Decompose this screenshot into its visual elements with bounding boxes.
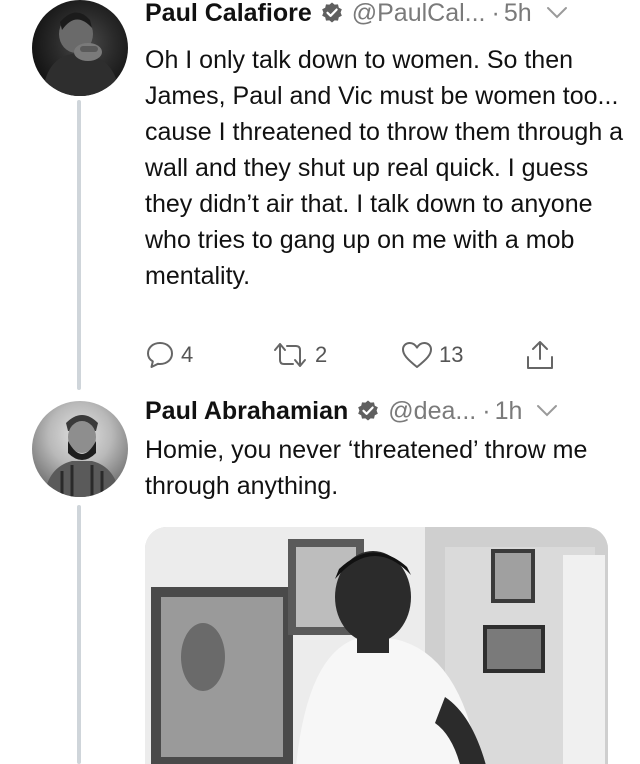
- timestamp[interactable]: 5h: [504, 0, 532, 26]
- tweet-header: Paul Calafiore @PaulCal... · 5h: [145, 0, 626, 26]
- avatar-photo: [44, 415, 120, 497]
- share-upload-icon: [527, 341, 553, 369]
- media-photo: [145, 527, 608, 764]
- retweet-count: 2: [315, 342, 328, 367]
- tweet-media-image[interactable]: [145, 527, 608, 764]
- tweet[interactable]: Paul Abrahamian @dea... · 1h Homie, you …: [145, 398, 626, 504]
- tweet-text: Oh I only talk down to women. So then Ja…: [145, 46, 624, 290]
- verified-badge-icon: [358, 400, 379, 421]
- handle[interactable]: @PaulCal...: [352, 0, 486, 26]
- tweet[interactable]: Paul Calafiore @PaulCal... · 5h Oh I onl…: [145, 0, 626, 294]
- share-button[interactable]: [525, 338, 555, 372]
- avatar[interactable]: [32, 0, 128, 96]
- thread-line: [77, 505, 81, 764]
- reply-count: 4: [181, 342, 194, 367]
- avatar[interactable]: [32, 401, 128, 497]
- like-button[interactable]: 13: [401, 338, 463, 372]
- like-count: 13: [439, 342, 464, 367]
- reply-bubble-icon: [147, 342, 173, 368]
- tweet-text: Homie, you never ‘threatened’ throw me t…: [145, 436, 588, 500]
- heart-icon: [402, 342, 432, 368]
- timestamp[interactable]: 1h: [495, 398, 523, 424]
- retweet-button[interactable]: 2: [271, 338, 327, 372]
- chevron-down-icon[interactable]: [546, 6, 568, 20]
- display-name[interactable]: Paul Calafiore: [145, 0, 312, 26]
- retweet-arrows-icon: [274, 343, 306, 367]
- verified-badge-icon: [321, 2, 342, 23]
- separator-dot: ·: [482, 398, 491, 424]
- tweet-actions: 4 2 13: [145, 338, 575, 372]
- display-name[interactable]: Paul Abrahamian: [145, 398, 348, 424]
- avatar-photo: [42, 12, 120, 96]
- thread-line: [77, 100, 81, 390]
- chevron-down-icon[interactable]: [536, 404, 558, 418]
- reply-button[interactable]: 4: [145, 338, 193, 372]
- separator-dot: ·: [491, 0, 500, 26]
- handle[interactable]: @dea...: [388, 398, 476, 424]
- tweet-header: Paul Abrahamian @dea... · 1h: [145, 398, 626, 424]
